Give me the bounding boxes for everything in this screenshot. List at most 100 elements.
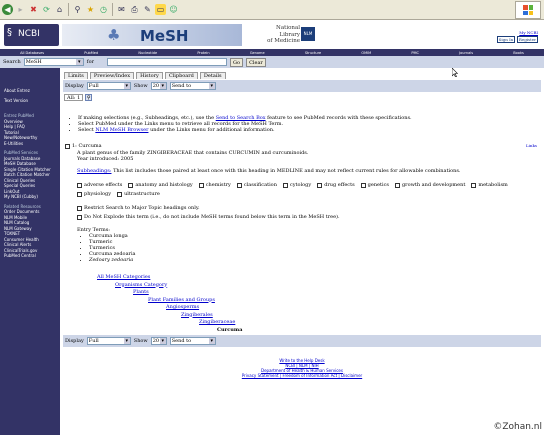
checkbox[interactable] [117, 191, 123, 197]
tree-node[interactable]: Zingiberales [97, 312, 242, 320]
chevron-down-icon: ▾ [159, 338, 166, 344]
tab-details[interactable]: Details [199, 72, 226, 79]
tree-node[interactable]: Organisms Category [97, 282, 242, 290]
print-icon[interactable]: ⎙ [129, 4, 140, 15]
tab-limits[interactable]: Limits [64, 72, 88, 79]
clear-button[interactable]: Clear [246, 57, 266, 67]
do-not-explode-option[interactable]: Do Not Explode this term (i.e., do not i… [77, 214, 543, 220]
favorites-icon[interactable]: ★ [85, 4, 96, 15]
send-to-select[interactable]: Send to ▾ [169, 337, 216, 345]
register-button[interactable]: Register [516, 36, 538, 43]
mesh-browser-link[interactable]: NLM MeSH Browser [95, 127, 148, 133]
tab-history[interactable]: History [136, 72, 163, 79]
checkbox[interactable] [77, 191, 82, 197]
database-select[interactable]: MeSH ▾ [23, 58, 84, 66]
edit-icon[interactable]: ✎ [142, 4, 153, 15]
subheading-option[interactable]: growth and development [394, 182, 465, 188]
my-ncbi-link[interactable]: My NCBI [497, 30, 538, 35]
nav-pubmed[interactable]: PubMed [84, 51, 98, 55]
tree-node[interactable]: Plants [97, 289, 242, 297]
subheading-option[interactable]: physiology [77, 191, 111, 197]
checkbox[interactable] [394, 182, 400, 188]
subheadings-text: This list includes those paired at least… [111, 168, 461, 174]
sidebar-item[interactable]: E-Utilities [4, 141, 60, 147]
send-to-select[interactable]: Send to ▾ [169, 82, 216, 90]
nav-omim[interactable]: OMIM [361, 51, 371, 55]
discuss-icon[interactable]: ▭ [155, 4, 166, 15]
subheading-option[interactable]: chemistry [198, 182, 231, 188]
subheading-option[interactable]: classification [236, 182, 277, 188]
nav-structure[interactable]: Structure [305, 51, 321, 55]
tree-current-term: Curcuma [217, 326, 243, 333]
nav-protein[interactable]: Protein [197, 51, 209, 55]
tab-preview-index[interactable]: Preview/Index [89, 72, 135, 79]
tree-link[interactable]: Zingiberaceae [199, 319, 235, 325]
forward-icon[interactable]: ▸ [15, 4, 26, 15]
tree-link[interactable]: Plants [133, 289, 149, 295]
subheading-option[interactable]: anatomy and histology [128, 182, 193, 188]
sign-in-button[interactable]: Sign In [496, 36, 516, 43]
record-checkbox[interactable] [65, 143, 70, 149]
go-button[interactable]: Go [230, 57, 244, 67]
sidebar-item[interactable]: PubMed Central [4, 253, 60, 259]
display-format-select[interactable]: Full ▾ [86, 337, 131, 345]
policy-links[interactable]: Privacy Statement | Freedom of Informati… [60, 373, 544, 378]
tree-node[interactable]: Angiosperms [97, 304, 242, 312]
subheading-option[interactable]: cytology [282, 182, 311, 188]
magnifier-icon[interactable]: ⚲ [85, 94, 93, 101]
messenger-icon[interactable]: ☺ [168, 4, 179, 15]
checkbox[interactable] [236, 182, 242, 188]
sidebar-item-text-version[interactable]: Text Version [4, 98, 60, 104]
stop-icon[interactable]: ✖ [28, 4, 39, 15]
tree-link[interactable]: Zingiberales [181, 312, 213, 318]
tree-node[interactable]: Plant Families and Groups [97, 297, 242, 305]
tree-node[interactable]: Zingiberaceae [97, 319, 242, 327]
subheading-option[interactable]: ultrastructure [117, 191, 160, 197]
home-icon[interactable]: ⌂ [54, 4, 65, 15]
subheading-option[interactable]: adverse effects [77, 182, 122, 188]
tab-clipboard[interactable]: Clipboard [164, 72, 198, 79]
checkbox[interactable] [198, 182, 204, 188]
tree-link[interactable]: All MeSH Categories [97, 274, 150, 280]
history-icon[interactable]: ◷ [98, 4, 109, 15]
subheadings-link[interactable]: Subheadings: [77, 168, 111, 174]
back-icon[interactable]: ◀ [2, 4, 13, 15]
checkbox[interactable] [77, 182, 82, 188]
links-menu[interactable]: Links [526, 143, 537, 149]
display-format-select[interactable]: Full ▾ [86, 82, 131, 90]
restrict-major-topic-option[interactable]: Restrict Search to Major Topic headings … [77, 205, 543, 211]
nav-books[interactable]: Books [513, 51, 524, 55]
checkbox[interactable] [128, 182, 134, 188]
subtab-all[interactable]: All: 1 [64, 94, 84, 101]
tree-node[interactable]: All MeSH Categories [97, 274, 242, 282]
subheading-option[interactable]: genetics [360, 182, 389, 188]
sidebar-item[interactable]: My NCBI (Cubby) [4, 194, 60, 200]
checkbox[interactable] [282, 182, 288, 188]
chevron-down-icon: ▾ [75, 59, 83, 65]
checkbox[interactable] [77, 214, 82, 220]
checkbox[interactable] [77, 205, 82, 211]
page-header: § NCBI ♣ MeSH National Library of Medicin… [0, 20, 544, 49]
ncbi-logo[interactable]: § NCBI [4, 24, 59, 46]
checkbox[interactable] [360, 182, 366, 188]
nlm-logo: NLM [301, 27, 315, 41]
nav-genome[interactable]: Genome [250, 51, 265, 55]
search-input[interactable] [107, 58, 228, 66]
subheading-option[interactable]: drug effects [317, 182, 355, 188]
checkbox[interactable] [471, 182, 477, 188]
sidebar-item-about-entrez[interactable]: About Entrez [4, 88, 60, 94]
nav-nucleotide[interactable]: Nucleotide [138, 51, 157, 55]
tree-link[interactable]: Plant Families and Groups [148, 297, 215, 303]
show-count-select[interactable]: 20 ▾ [150, 82, 167, 90]
tree-link[interactable]: Organisms Category [115, 282, 167, 288]
mail-icon[interactable]: ✉ [116, 4, 127, 15]
tree-link[interactable]: Angiosperms [166, 304, 199, 310]
nav-pmc[interactable]: PMC [411, 51, 419, 55]
nav-journals[interactable]: Journals [459, 51, 473, 55]
nav-all-databases[interactable]: All Databases [20, 51, 44, 55]
refresh-icon[interactable]: ⟳ [41, 4, 52, 15]
checkbox[interactable] [317, 182, 323, 188]
show-count-select[interactable]: 20 ▾ [150, 337, 167, 345]
search-icon[interactable]: ⚲ [72, 4, 83, 15]
subheading-option[interactable]: metabolism [471, 182, 508, 188]
